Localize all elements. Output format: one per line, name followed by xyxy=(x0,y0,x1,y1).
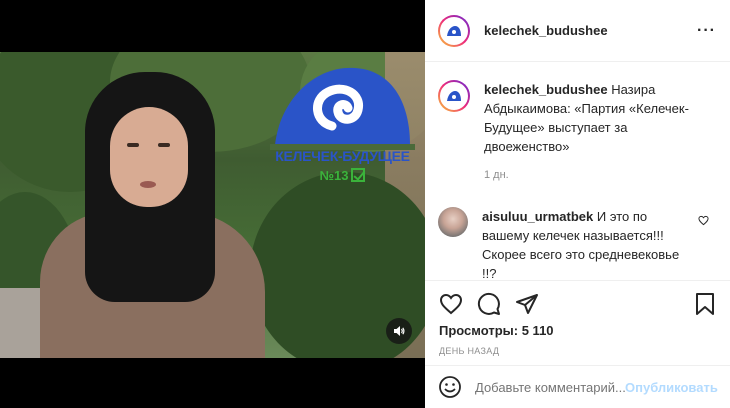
save-button[interactable] xyxy=(694,292,716,316)
checkbox-icon xyxy=(351,168,366,182)
emoji-icon xyxy=(439,376,461,398)
share-icon xyxy=(516,294,538,314)
add-comment-bar: Опубликовать xyxy=(425,365,730,408)
caption-time[interactable]: 1 дн. xyxy=(484,166,704,185)
video-frame[interactable]: КЕЛЕЧЕК-БУДУЩЕЕ №13 xyxy=(0,52,425,358)
author-username[interactable]: kelechek_budushee xyxy=(484,23,608,38)
comment-item: aisuluu_urmatbek И это по вашему келечек… xyxy=(438,207,717,283)
share-button[interactable] xyxy=(515,292,539,316)
author-avatar[interactable] xyxy=(438,14,470,47)
comment-icon xyxy=(477,292,500,315)
video-player[interactable]: КЕЛЕЧЕК-БУДУЩЕЕ №13 xyxy=(0,0,425,408)
party-wave-logo-icon xyxy=(270,67,415,150)
heart-icon xyxy=(439,293,463,315)
commenter-username[interactable]: aisuluu_urmatbek xyxy=(482,209,593,224)
party-name: КЕЛЕЧЕК-БУДУЩЕЕ xyxy=(275,148,410,164)
post-header: kelechek_budushee ··· xyxy=(425,0,730,62)
party-logo: КЕЛЕЧЕК-БУДУЩЕЕ №13 xyxy=(270,60,415,188)
sound-icon xyxy=(394,326,405,336)
party-logo-icon xyxy=(447,91,461,101)
comment-button[interactable] xyxy=(477,292,501,316)
views-count[interactable]: Просмотры: 5 110 xyxy=(439,323,716,338)
commenter-avatar[interactable] xyxy=(438,207,468,237)
posted-time[interactable]: ДЕНЬ НАЗАД xyxy=(439,346,716,356)
like-button[interactable] xyxy=(439,292,463,316)
party-logo-icon xyxy=(447,25,461,36)
bookmark-icon xyxy=(696,293,714,315)
face xyxy=(110,107,188,207)
more-options-icon[interactable]: ··· xyxy=(697,22,716,40)
party-number: №13 xyxy=(270,168,415,183)
caption: kelechek_budushee Назира Абдыкаимова: «П… xyxy=(438,80,717,185)
comment-input[interactable] xyxy=(475,379,625,395)
caption-username[interactable]: kelechek_budushee xyxy=(484,82,608,97)
emoji-button[interactable] xyxy=(438,375,462,399)
caption-avatar[interactable] xyxy=(438,80,470,112)
publish-button[interactable]: Опубликовать xyxy=(625,380,718,395)
post-panel: kelechek_budushee ··· kelechek_budushee … xyxy=(425,0,730,408)
speaker xyxy=(30,72,270,358)
post-actions: Просмотры: 5 110 ДЕНЬ НАЗАД xyxy=(425,280,730,356)
sound-toggle-button[interactable] xyxy=(386,318,412,344)
like-comment-heart-icon[interactable] xyxy=(698,215,709,226)
comments-section: kelechek_budushee Назира Абдыкаимова: «П… xyxy=(425,62,730,283)
